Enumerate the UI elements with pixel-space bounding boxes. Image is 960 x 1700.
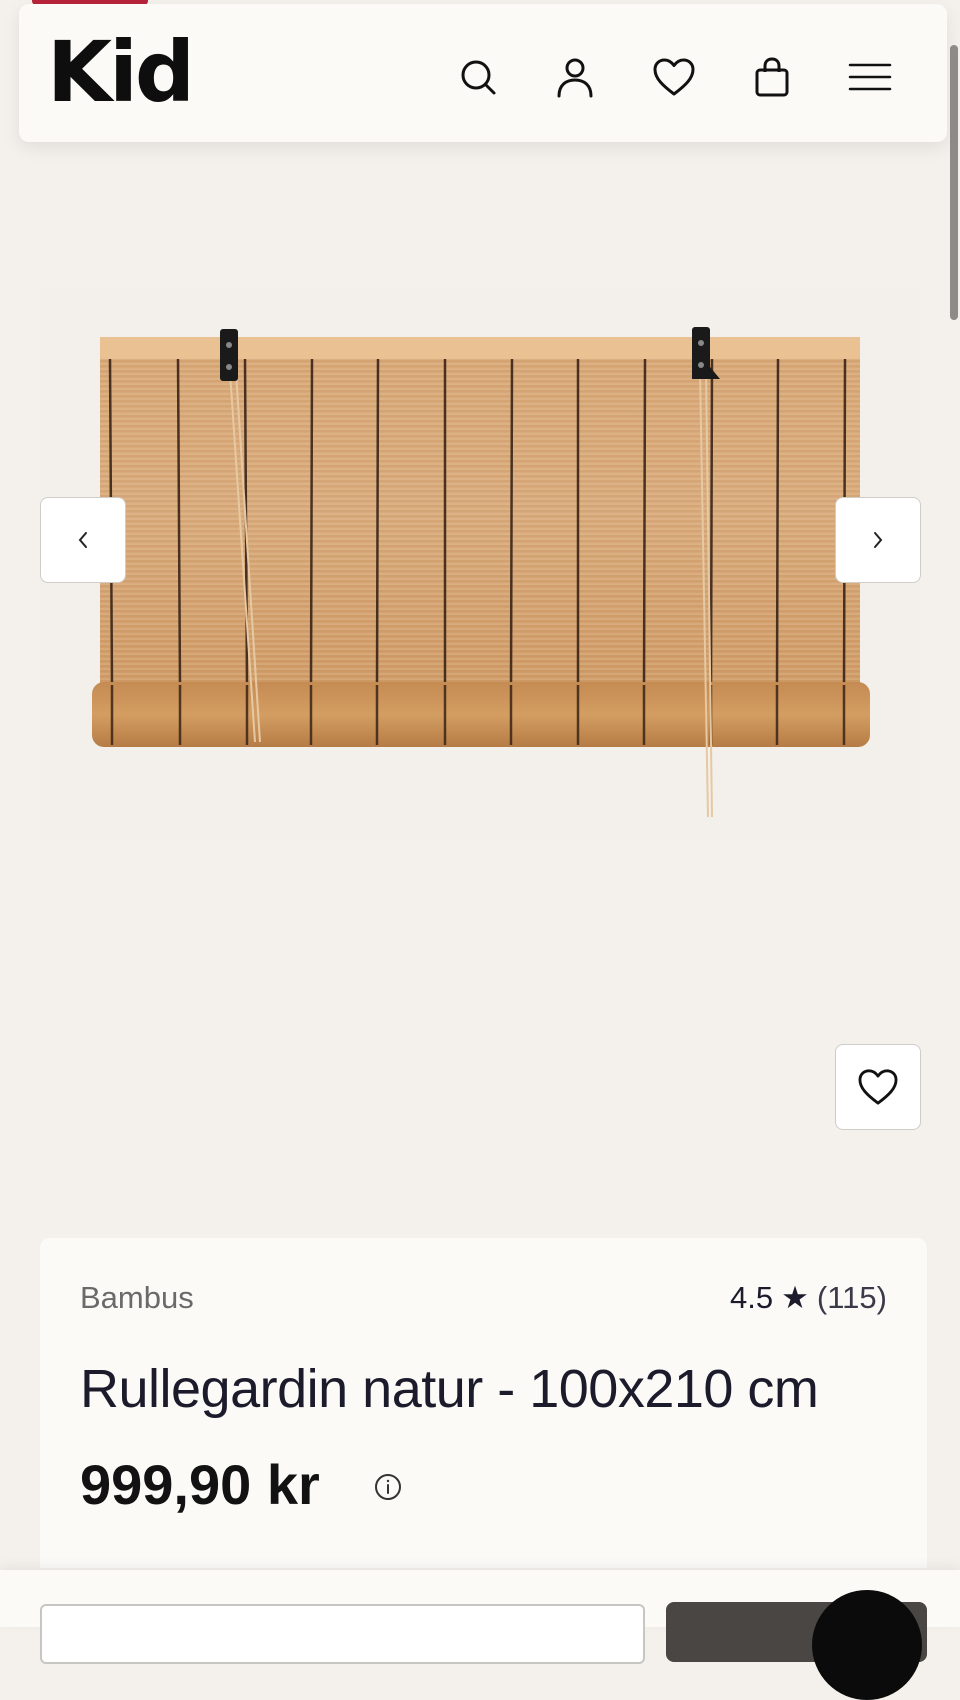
search-icon[interactable]	[451, 50, 505, 104]
review-count: (115)	[816, 1280, 887, 1315]
product-gallery	[0, 142, 960, 1192]
quantity-selector[interactable]	[40, 1604, 645, 1664]
info-icon[interactable]	[373, 1472, 403, 1507]
user-icon[interactable]	[548, 50, 602, 104]
rating-value: 4.5	[730, 1280, 774, 1315]
product-info-card: Bambus 4.5 ★ (115) Rullegardin natur - 1…	[40, 1238, 927, 1568]
heart-icon	[858, 1069, 898, 1105]
product-image	[40, 287, 920, 847]
chevron-left-icon	[78, 532, 87, 548]
gallery-next-button[interactable]	[835, 497, 921, 583]
product-title: Rullegardin natur - 100x210 cm	[80, 1359, 819, 1419]
product-brand[interactable]: Bambus	[80, 1280, 194, 1316]
product-rating[interactable]: 4.5 ★ (115)	[730, 1280, 887, 1316]
heart-icon[interactable]	[647, 50, 701, 104]
menu-icon[interactable]	[843, 50, 897, 104]
sticky-purchase-bar	[0, 1570, 960, 1700]
gallery-prev-button[interactable]	[40, 497, 126, 583]
shopping-bag-icon[interactable]	[745, 50, 799, 104]
product-price: 999,90 kr	[80, 1453, 320, 1516]
chevron-right-icon	[874, 532, 883, 548]
chat-button[interactable]	[812, 1590, 922, 1700]
site-header: Kid	[19, 4, 947, 142]
wishlist-button[interactable]	[835, 1044, 921, 1130]
kid-logo[interactable]: Kid	[47, 22, 195, 122]
star-icon: ★	[781, 1280, 809, 1315]
